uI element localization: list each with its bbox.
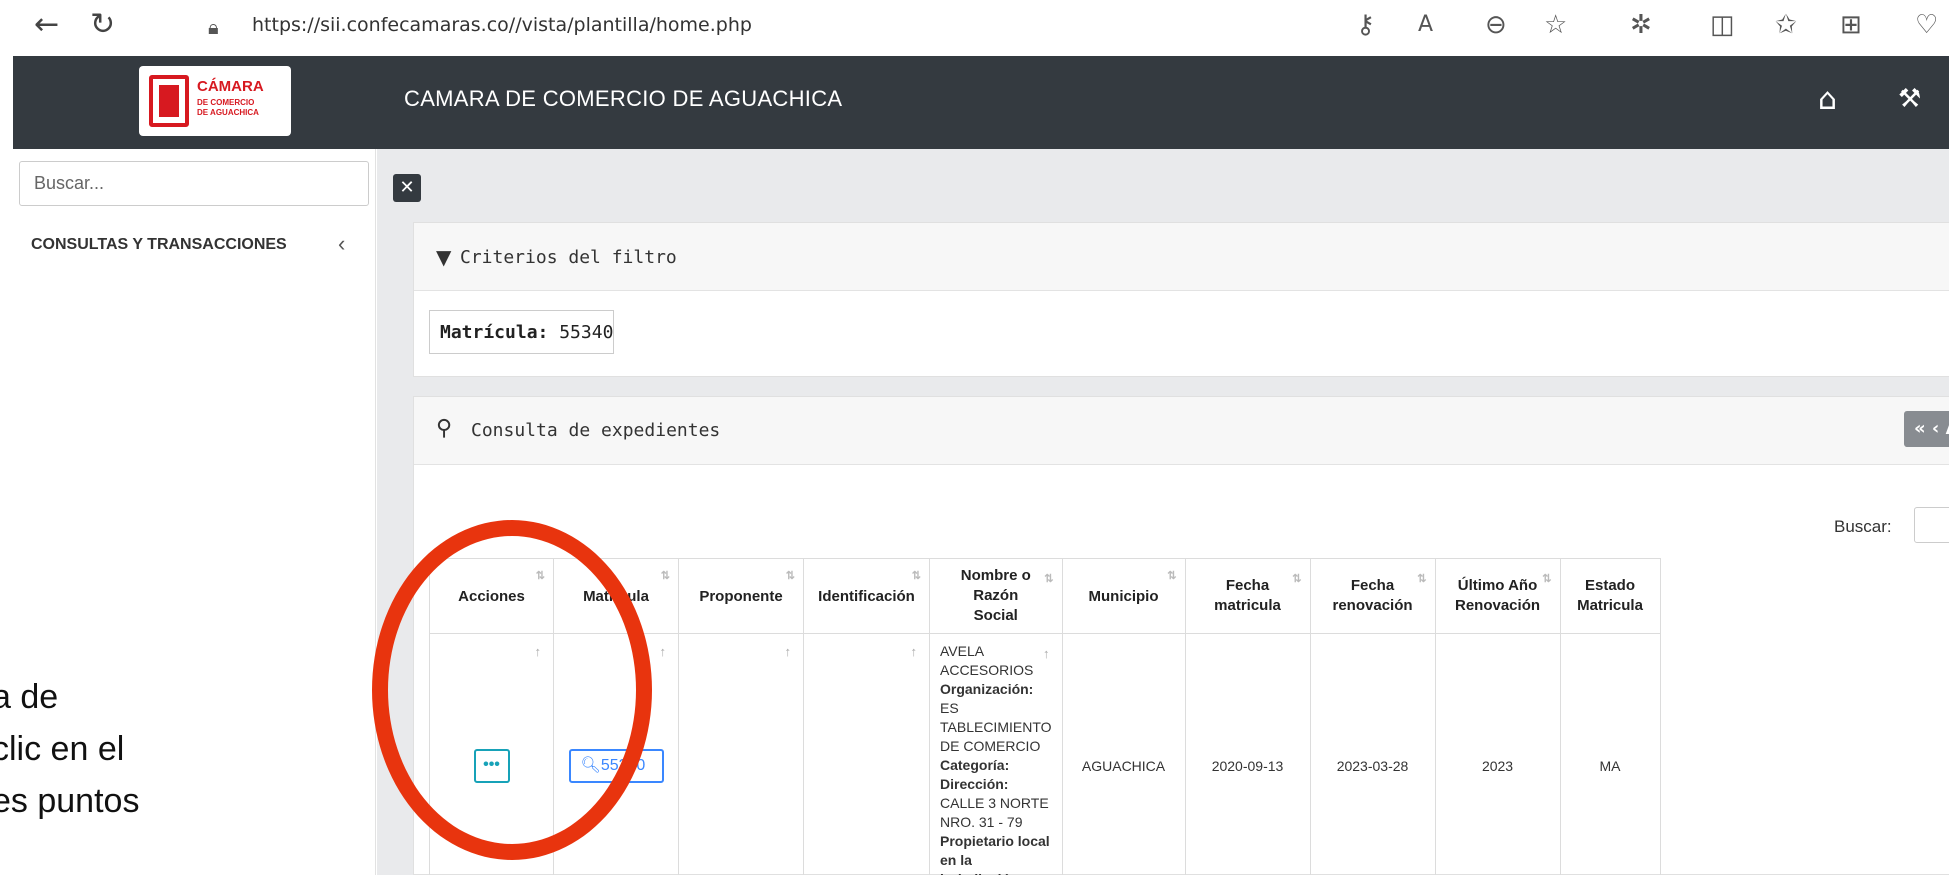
annotation-circle: [372, 520, 652, 860]
favorites-list-icon[interactable]: ✩: [1775, 10, 1797, 40]
chevron-left-icon[interactable]: ‹: [338, 231, 345, 257]
zoom-out-icon[interactable]: ⊖: [1485, 10, 1507, 40]
health-icon[interactable]: ♡: [1915, 10, 1938, 40]
app-header: CÁMARA DE COMERCIO DE AGUACHICA CAMARA D…: [13, 56, 1949, 149]
read-aloud-icon[interactable]: A: [1418, 10, 1433, 40]
name-cell: ↑ AVELA ACCESORIOS Organización: ES TABL…: [929, 633, 1063, 875]
tools-icon[interactable]: ⚒: [1898, 84, 1921, 114]
key-icon[interactable]: ⚷: [1356, 10, 1375, 40]
annotation-text: a de: [0, 678, 59, 716]
url-text[interactable]: https://sii.confecamaras.co//vista/plant…: [252, 14, 752, 36]
municipio-cell: AGUACHICA: [1061, 633, 1186, 875]
consulta-title: Consulta de expedientes: [471, 420, 721, 441]
fecha-renovacion-cell: 2023-03-28: [1309, 633, 1436, 875]
logo-text: CÁMARA: [197, 78, 264, 95]
ultimo-anio-cell: 2023: [1434, 633, 1561, 875]
search-icon: ⚲: [436, 416, 453, 441]
app-title: CAMARA DE COMERCIO DE AGUACHICA: [404, 86, 843, 111]
lock-icon[interactable]: 🔒︎: [208, 12, 219, 42]
collections-icon[interactable]: ⊞: [1840, 10, 1862, 40]
column-header[interactable]: Identificación ⇅: [803, 558, 930, 634]
filter-card: ▼ Criterios del filtro Matrícula: 55340: [413, 222, 1949, 377]
column-header[interactable]: Nombre o Razón Social ⇅: [929, 558, 1063, 634]
extensions-icon[interactable]: ✲: [1630, 10, 1652, 40]
home-icon[interactable]: ⌂: [1818, 82, 1837, 117]
matricula-label: Matrícula:: [440, 322, 549, 343]
browser-toolbar: ← ↻ 🔒︎ https://sii.confecamaras.co//vist…: [0, 0, 1949, 52]
filter-icon: ▼: [436, 245, 452, 269]
consulta-header: ⚲ Consulta de expedientes « ‹ A: [414, 397, 1949, 465]
sidebar-item-consultas[interactable]: CONSULTAS Y TRANSACCIONES: [31, 236, 287, 254]
matricula-filter: Matrícula: 55340: [429, 310, 614, 354]
logo[interactable]: CÁMARA DE COMERCIO DE AGUACHICA: [139, 66, 291, 136]
refresh-icon[interactable]: ↻: [90, 8, 115, 42]
logo-subtext: DE AGUACHICA: [197, 108, 259, 117]
logo-mark: [149, 75, 189, 127]
column-header[interactable]: Fecha renovación ⇅: [1309, 558, 1436, 634]
column-header[interactable]: Proponente ⇅: [678, 558, 804, 634]
search-input[interactable]: [19, 161, 369, 206]
fecha-matricula-cell: 2020-09-13: [1184, 633, 1311, 875]
filter-title: Criterios del filtro: [460, 247, 677, 268]
split-screen-icon[interactable]: ◫: [1710, 10, 1735, 40]
annotation-text: es puntos: [0, 782, 140, 820]
pagination-button[interactable]: « ‹ A: [1904, 411, 1949, 447]
table-search-label: Buscar:: [1834, 517, 1892, 536]
column-header[interactable]: Estado Matricula: [1559, 558, 1661, 634]
estado-cell: MA: [1559, 633, 1661, 875]
column-header[interactable]: Municipio ⇅: [1061, 558, 1186, 634]
column-header[interactable]: Fecha matricula ⇅: [1184, 558, 1311, 634]
identificacion-cell: ↑: [803, 633, 930, 875]
logo-subtext: DE COMERCIO: [197, 98, 255, 107]
back-icon[interactable]: ←: [34, 8, 59, 42]
column-header[interactable]: Último Año Renovación ⇅: [1434, 558, 1561, 634]
table-search-input[interactable]: [1914, 507, 1949, 543]
close-button[interactable]: ✕: [393, 174, 421, 202]
annotation-text: clic en el: [0, 730, 125, 768]
favorite-icon[interactable]: ☆: [1544, 10, 1567, 40]
matricula-value: 55340: [559, 322, 614, 343]
filter-header: ▼ Criterios del filtro: [414, 223, 1949, 291]
proponente-cell: ↑: [678, 633, 804, 875]
